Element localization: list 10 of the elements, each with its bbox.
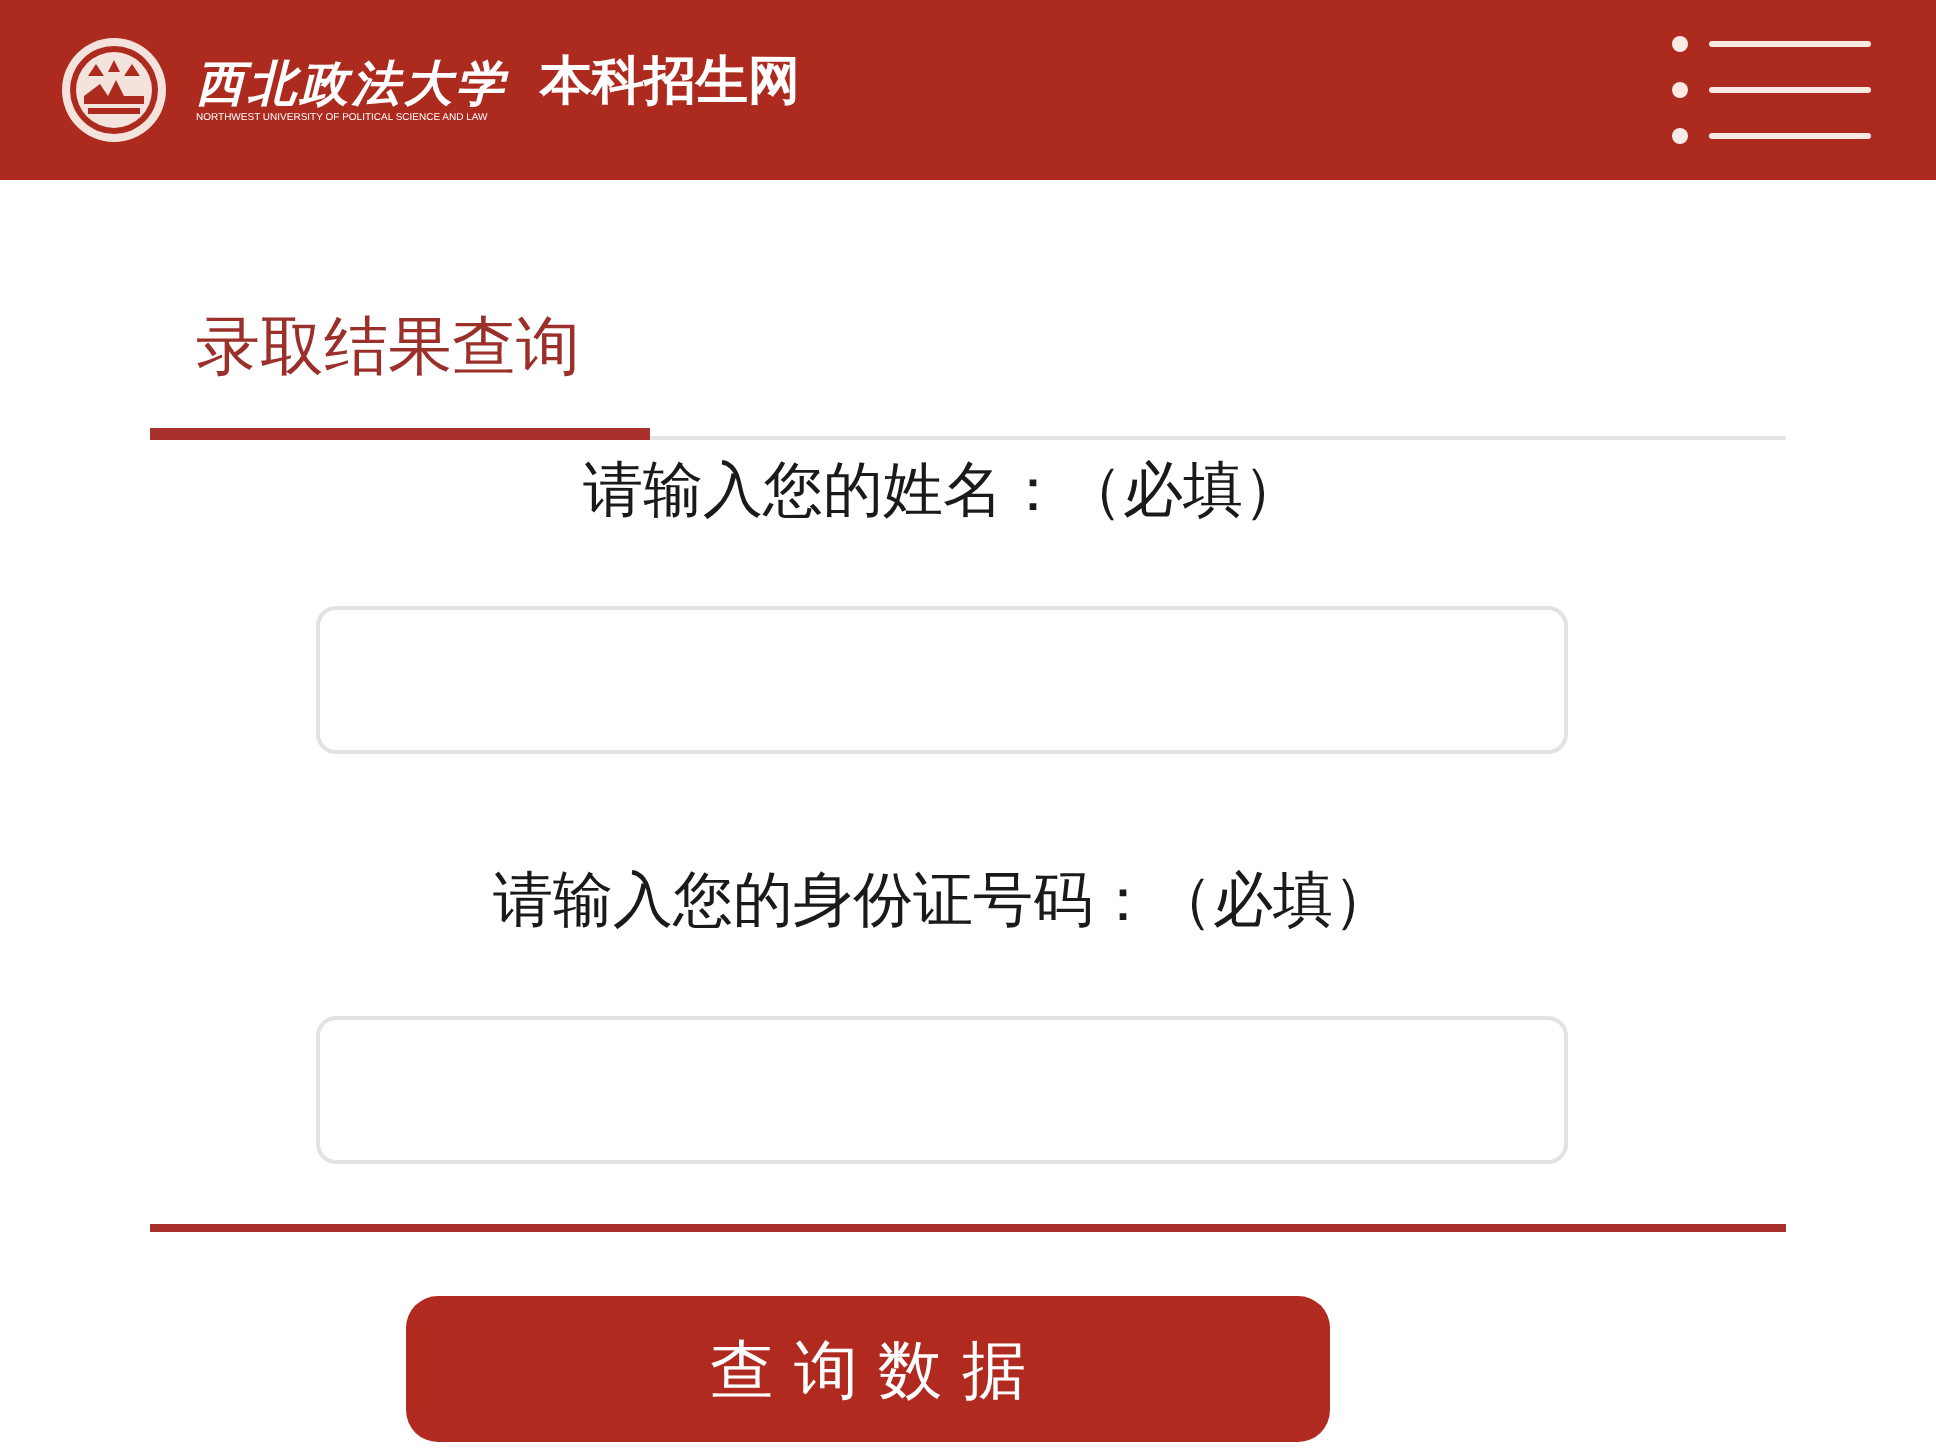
tab[interactable]: 录取结果查询	[150, 280, 650, 440]
site-name: 本科招生网	[540, 50, 800, 110]
input-field[interactable]	[316, 1016, 1568, 1164]
field-label: 请输入您的姓名：（必填）	[583, 456, 1305, 528]
field-label: 请输入您的身份证号码：（必填）	[493, 866, 1395, 938]
menu-icon[interactable]	[1668, 34, 1872, 146]
query-button[interactable]: 查询数据	[406, 1296, 1330, 1442]
university-name: 西北政法大学	[196, 55, 508, 111]
input-field[interactable]	[316, 606, 1568, 754]
university-emblem-icon	[60, 36, 168, 144]
